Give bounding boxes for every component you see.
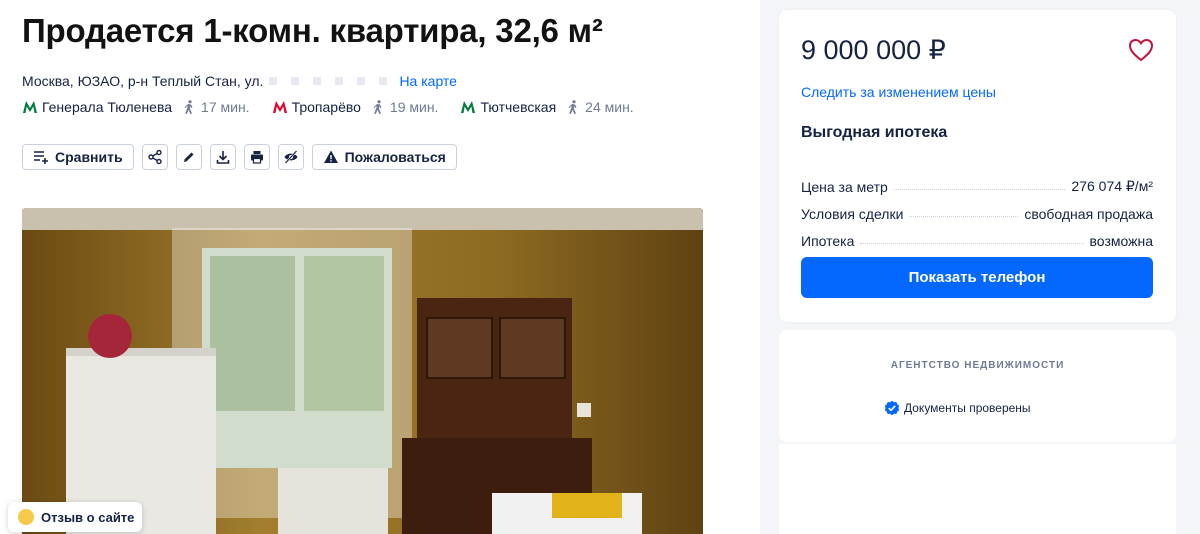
report-button[interactable]: Пожаловаться: [311, 144, 457, 170]
mortgage-title: Выгодная ипотека: [801, 124, 948, 141]
share-icon: [147, 149, 162, 165]
print-icon: [250, 151, 263, 164]
dotted-leader: [909, 216, 1019, 217]
warning-icon: [323, 150, 338, 163]
print-button[interactable]: [243, 144, 270, 170]
listing-photo[interactable]: [22, 208, 703, 534]
metro-station[interactable]: Тропарёво: [272, 99, 361, 115]
metro-station[interactable]: Генерала Тюленева: [22, 99, 172, 115]
edit-icon: [183, 152, 194, 162]
price-card: 9 000 000 ₽ Следить за изменением цены В…: [779, 10, 1176, 322]
metro-icon: [23, 101, 37, 113]
walk-time: 24 мин.: [566, 99, 634, 115]
price: 9 000 000 ₽: [801, 35, 946, 65]
action-toolbar: Сравнить Пожаловаться: [22, 144, 465, 170]
walk-icon: [373, 100, 382, 114]
download-button[interactable]: [209, 144, 236, 170]
price-details: Цена за метр 276 074 ₽/м² Условия сделки…: [801, 168, 1153, 249]
smile-icon: [18, 509, 34, 525]
edit-button[interactable]: [175, 144, 202, 170]
walk-icon: [568, 100, 577, 114]
address-text: Москва, ЮЗАО, р-н Теплый Стан, ул.: [22, 73, 264, 89]
kitchen-photo-image: [22, 208, 703, 534]
dotted-leader: [860, 243, 1084, 244]
agency-label: АГЕНТСТВО НЕДВИЖИМОСТИ: [890, 360, 1065, 371]
hidden-street: [269, 77, 390, 85]
hide-button[interactable]: [277, 144, 304, 170]
heart-icon[interactable]: [1128, 38, 1154, 62]
page-title: Продается 1-комн. квартира, 32,6 м²: [22, 12, 603, 49]
compare-icon: [34, 151, 48, 164]
share-button[interactable]: [141, 144, 168, 170]
metro-icon: [272, 101, 287, 113]
walk-icon: [184, 100, 193, 114]
agency-card: АГЕНТСТВО НЕДВИЖИМОСТИ Документы провере…: [779, 330, 1176, 442]
metro-list: Генерала Тюленева 17 мин. Тропарёво 19 м…: [22, 99, 656, 115]
metro-icon: [461, 101, 476, 113]
feedback-button[interactable]: Отзыв о сайте: [8, 502, 142, 532]
hide-icon: [284, 150, 298, 164]
verified-badge-icon: [884, 400, 900, 416]
detail-row: Ипотека возможна: [801, 233, 1153, 249]
metro-station[interactable]: Тютчевская: [460, 99, 556, 115]
download-icon: [216, 151, 229, 164]
map-link[interactable]: На карте: [399, 73, 457, 89]
walk-time: 17 мин.: [182, 99, 250, 115]
show-phone-button[interactable]: Показать телефон: [801, 257, 1153, 298]
detail-row: Цена за метр 276 074 ₽/м²: [801, 178, 1153, 195]
address: Москва, ЮЗАО, р-н Теплый Стан, ул. На ка…: [22, 73, 457, 89]
dotted-leader: [893, 189, 1066, 190]
detail-row: Условия сделки свободная продажа: [801, 206, 1153, 222]
documents-verified: Документы проверены: [884, 400, 1031, 416]
compare-button[interactable]: Сравнить: [22, 144, 134, 170]
watch-price-link[interactable]: Следить за изменением цены: [801, 84, 996, 100]
walk-time: 19 мин.: [371, 99, 438, 115]
lower-card: [779, 444, 1176, 534]
